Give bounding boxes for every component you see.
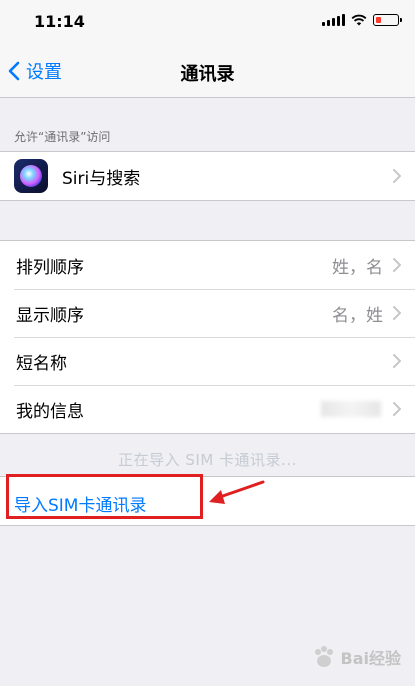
chevron-right-icon: [393, 258, 401, 272]
short-name-row[interactable]: 短名称: [0, 337, 415, 385]
page-title: 通讯录: [180, 64, 235, 85]
settings-group: 排列顺序 姓，名 显示顺序 名，姓 短名称 我的信息: [0, 240, 415, 434]
display-order-row[interactable]: 显示顺序 名，姓: [0, 289, 415, 337]
display-order-label: 显示顺序: [16, 305, 84, 326]
watermark: Bai经验: [311, 644, 401, 670]
chevron-right-icon: [393, 306, 401, 320]
chevron-right-icon: [393, 354, 401, 368]
cellular-signal-icon: [322, 14, 345, 26]
status-bar: 11:14: [0, 0, 415, 44]
siri-group: Siri与搜索: [0, 151, 415, 201]
display-order-value: 名，姓: [332, 305, 383, 326]
my-info-label: 我的信息: [16, 401, 84, 422]
siri-icon: [14, 159, 48, 193]
sort-order-label: 排列顺序: [16, 257, 84, 278]
chevron-right-icon: [393, 169, 401, 183]
siri-row[interactable]: Siri与搜索: [0, 152, 415, 200]
paw-logo-icon: [314, 646, 333, 667]
sort-order-value: 姓，名: [332, 257, 383, 278]
annotation-arrow-icon: [209, 480, 265, 504]
status-icons: [322, 14, 402, 26]
navigation-bar: 设置 通讯录: [0, 44, 415, 98]
annotation-highlight-box: [6, 474, 203, 519]
wifi-icon: [351, 14, 367, 26]
chevron-right-icon: [393, 402, 401, 416]
my-info-row[interactable]: 我的信息: [0, 385, 415, 433]
battery-icon: [373, 14, 402, 26]
short-name-label: 短名称: [16, 353, 67, 374]
import-status-message: 正在导入 SIM 卡通讯录...: [118, 451, 297, 469]
status-time: 11:14: [34, 12, 85, 31]
watermark-text: Bai经验: [340, 649, 401, 668]
blurred-value: [321, 401, 381, 417]
siri-label: Siri与搜索: [62, 168, 141, 189]
sort-order-row[interactable]: 排列顺序 姓，名: [0, 241, 415, 289]
section-header-access: 允许“通讯录”访问: [14, 130, 111, 144]
